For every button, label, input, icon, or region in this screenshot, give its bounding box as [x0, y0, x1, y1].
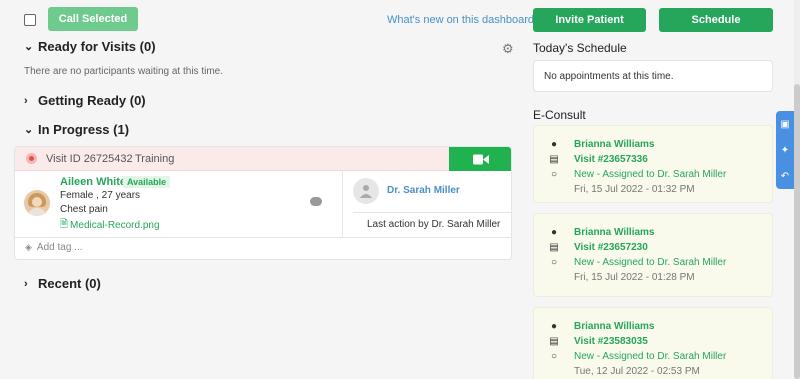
econsult-patient-name[interactable]: Brianna Williams: [574, 321, 655, 332]
section-title: Getting Ready (0): [38, 93, 146, 108]
econsult-card[interactable]: ● Brianna Williams ▤ Visit #23583035 ○ New …: [533, 307, 773, 379]
section-title: In Progress (1): [38, 122, 130, 137]
schedule-empty-message: No appointments at this time.: [544, 71, 674, 82]
file-icon: 🗎: [60, 219, 69, 230]
divider: [353, 212, 511, 213]
invite-patient-button[interactable]: Invite Patient: [533, 8, 646, 32]
provider-name[interactable]: Dr. Sarah Miller: [387, 185, 460, 196]
last-action: Last action by Dr. Sarah Miller: [367, 219, 501, 230]
patient-demographics: Female , 27 years: [60, 190, 141, 201]
econsult-date: Tue, 12 Jul 2022 - 02:53 PM: [574, 366, 700, 377]
add-tag-field[interactable]: ◈ Add tag ...: [25, 242, 83, 253]
ready-empty-message: There are no participants waiting at thi…: [24, 66, 223, 77]
side-toolbar: ▣ ✦ ↶: [776, 111, 794, 189]
chevron-right-icon: ›: [24, 277, 28, 290]
scrollbar-thumb[interactable]: [794, 84, 800, 379]
todays-schedule-title: Today's Schedule: [533, 41, 627, 55]
ready-for-visits-header[interactable]: ⌄ Ready for Visits (0): [24, 39, 156, 54]
document-icon: ▤: [549, 242, 559, 253]
econsult-date: Fri, 15 Jul 2022 - 01:28 PM: [574, 272, 695, 283]
divider: [15, 237, 511, 238]
chat-icon[interactable]: [310, 197, 322, 206]
patient-name[interactable]: Aileen White: [60, 176, 126, 188]
attachment-link[interactable]: 🗎 Medical-Record.png: [60, 217, 160, 234]
econsult-status: New - Assigned to Dr. Sarah Miller: [574, 351, 727, 362]
gear-icon[interactable]: ⚙: [502, 41, 514, 57]
econsult-visit-id[interactable]: Visit #23583035: [574, 336, 648, 347]
visit-type: Training: [135, 153, 175, 165]
econsult-patient-name[interactable]: Brianna Williams: [574, 227, 655, 238]
select-all-checkbox[interactable]: [24, 14, 36, 26]
whats-new-link[interactable]: What's new on this dashboard?: [387, 14, 540, 26]
econsult-card[interactable]: ● Brianna Williams ▤ Visit #23657230 ○ New …: [533, 213, 773, 297]
status-badge: Available: [123, 176, 171, 188]
call-selected-button[interactable]: Call Selected: [48, 7, 138, 31]
recent-header[interactable]: › Recent (0): [24, 276, 101, 291]
econsult-patient-name[interactable]: Brianna Williams: [574, 139, 655, 150]
chevron-down-icon: ⌄: [24, 41, 34, 53]
getting-ready-header[interactable]: › Getting Ready (0): [24, 93, 146, 108]
status-circle-icon: ○: [550, 169, 558, 180]
add-tag-placeholder: Add tag ...: [36, 242, 83, 253]
document-icon: ▤: [549, 154, 559, 165]
person-icon: ●: [550, 139, 558, 150]
schedule-card: No appointments at this time.: [533, 60, 773, 92]
section-title: Ready for Visits (0): [38, 39, 156, 54]
provider-avatar: [353, 178, 379, 204]
econsult-status: New - Assigned to Dr. Sarah Miller: [574, 257, 727, 268]
tag-icon: ◈: [25, 242, 32, 252]
econsult-date: Fri, 15 Jul 2022 - 01:32 PM: [574, 184, 695, 195]
video-call-button[interactable]: [449, 147, 511, 171]
undo-icon[interactable]: ↶: [781, 171, 789, 182]
in-progress-header[interactable]: ⌄ In Progress (1): [24, 122, 129, 137]
video-camera-icon: [473, 154, 489, 164]
econsult-card[interactable]: ● Brianna Williams ▤ Visit #23657336 ○ New …: [533, 125, 773, 203]
alert-icon: [26, 153, 37, 164]
tools-icon[interactable]: ✦: [781, 145, 789, 156]
visit-card: Visit ID 26725432 Training Aileen White …: [14, 146, 512, 260]
user-icon: [360, 185, 372, 198]
econsult-visit-id[interactable]: Visit #23657230: [574, 242, 648, 253]
chevron-right-icon: ›: [24, 94, 28, 107]
divider: [342, 171, 343, 237]
person-icon: ●: [550, 321, 558, 332]
schedule-button[interactable]: Schedule: [659, 8, 773, 32]
chevron-down-icon: ⌄: [24, 124, 34, 136]
person-icon: ●: [550, 227, 558, 238]
status-circle-icon: ○: [550, 257, 558, 268]
econsult-status: New - Assigned to Dr. Sarah Miller: [574, 169, 727, 180]
visit-id: Visit ID 26725432: [46, 153, 133, 165]
econsult-title: E-Consult: [533, 108, 586, 122]
book-icon[interactable]: ▣: [780, 119, 789, 130]
attachment-name: Medical-Record.png: [70, 220, 160, 231]
document-icon: ▤: [549, 336, 559, 347]
status-circle-icon: ○: [550, 351, 558, 362]
section-title: Recent (0): [38, 276, 101, 291]
patient-avatar: [24, 190, 50, 216]
patient-complaint: Chest pain: [60, 204, 108, 215]
econsult-visit-id[interactable]: Visit #23657336: [574, 154, 648, 165]
